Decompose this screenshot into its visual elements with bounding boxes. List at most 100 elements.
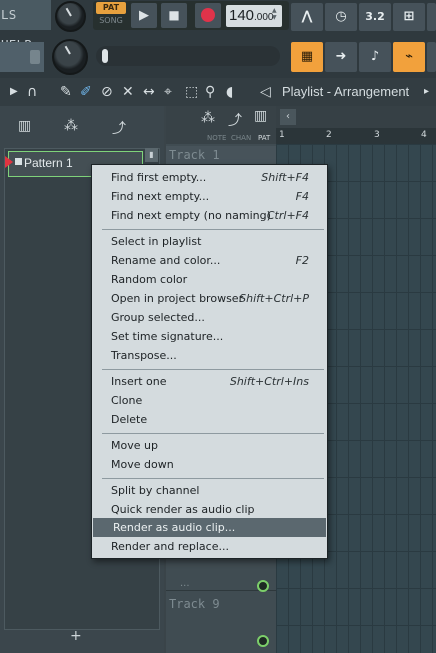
menu-item-label: Set time signature... [111, 330, 224, 343]
bar-number: 3 [374, 130, 380, 140]
menu-item-select-in-playlist[interactable]: Select in playlist [93, 232, 326, 251]
playback-icon[interactable]: ◖ [226, 84, 233, 100]
menu-item-rename-and-color[interactable]: Rename and color... F2 [93, 251, 326, 270]
arrow-right-icon[interactable]: ➜ [325, 42, 357, 72]
tempo-value: 140 [229, 7, 255, 24]
stop-button[interactable]: ■ [161, 3, 187, 28]
master-volume-knob[interactable] [55, 1, 86, 32]
track-8-mute-led[interactable] [257, 580, 269, 592]
menu-item-label: Render and replace... [111, 540, 229, 553]
title-arrow-icon[interactable]: ▸ [424, 84, 429, 100]
track-9-mute-led[interactable] [257, 635, 269, 647]
menu-item-quick-render[interactable]: Quick render as audio clip [93, 500, 326, 519]
playlist-title: Playlist - Arrangement [282, 84, 410, 99]
select-icon[interactable]: ⬚ [185, 84, 198, 100]
clip-piano-icon[interactable]: ▥ [254, 108, 267, 124]
bar-number: 4 [421, 130, 427, 140]
slice-icon[interactable]: ⌖ [164, 84, 172, 100]
menu-item-label: Rename and color... [111, 254, 221, 267]
menu-item-label: Transpose... [111, 349, 177, 362]
menu-item-label: Delete [111, 413, 148, 426]
menu-item-label: Select in playlist [111, 235, 202, 248]
speaker-icon[interactable]: ◁ [260, 84, 271, 100]
chan-mode-label[interactable]: CHAN [231, 134, 251, 142]
menu-item-shortcut: F4 [295, 190, 309, 203]
link-icon[interactable]: ⌁ [393, 42, 425, 72]
menu-item-delete[interactable]: Delete [93, 410, 326, 429]
menu-item-find-first-empty[interactable]: Find first empty... Shift+F4 [93, 168, 326, 187]
pattern-color-swatch [15, 158, 22, 165]
main-menu[interactable]: LS HELP [0, 0, 51, 52]
menu-item-random-color[interactable]: Random color [93, 270, 326, 289]
menu-item-shortcut: Ctrl+F4 [266, 209, 309, 222]
menu-item-split-by-channel[interactable]: Split by channel [93, 481, 326, 500]
menu-item-label: Clone [111, 394, 143, 407]
piano-tab-icon[interactable]: ▥ [18, 118, 31, 134]
menu-item-label: Render as audio clip... [113, 521, 236, 534]
pat-mode-toggle[interactable]: PAT [96, 2, 126, 14]
menu-item-render-and-replace[interactable]: Render and replace... [93, 537, 326, 556]
list-scroll-button[interactable]: ▮ [145, 148, 158, 162]
pattern-context-menu: Find first empty... Shift+F4 Find next em… [91, 164, 328, 559]
plugin-picker-icon[interactable]: ♪ [359, 42, 391, 72]
slider-thumb[interactable] [102, 49, 108, 63]
step-edit-icon[interactable]: ⊞ [393, 3, 425, 31]
clip-waveform-icon[interactable]: ⁂ [201, 110, 215, 126]
menu-item-group-selected[interactable]: Group selected... [93, 308, 326, 327]
track-1-name: Track 1 [169, 148, 220, 162]
pencil-icon[interactable]: ✎ [60, 84, 72, 100]
toolbar-overflow[interactable] [427, 3, 436, 31]
menu-separator [102, 229, 324, 230]
mute-icon[interactable]: ✕ [122, 84, 134, 100]
automation-tab-icon[interactable]: ⤴ [112, 118, 126, 138]
waveform-tab-icon[interactable]: ⁂ [64, 118, 78, 134]
pat-mode-label[interactable]: PAT [258, 134, 270, 142]
song-position-slider[interactable] [96, 46, 280, 66]
menu-item-label: Insert one [111, 375, 167, 388]
menu-arrow-icon[interactable]: ▶ [10, 84, 18, 100]
toolbar-overflow-2[interactable] [427, 42, 436, 72]
record-button[interactable] [195, 3, 221, 28]
countdown-icon[interactable]: 3.2 [359, 3, 391, 31]
tempo-stepper-icon[interactable]: ▲ ▼ [272, 7, 277, 21]
menu-item-label: Group selected... [111, 311, 205, 324]
menu-item-move-up[interactable]: Move up [93, 436, 326, 455]
menu-item-shortcut: Shift+Ctrl+Ins [229, 375, 309, 388]
song-mode-toggle[interactable]: SONG [96, 15, 126, 27]
menu-item-transpose[interactable]: Transpose... [93, 346, 326, 365]
scroll-left-icon[interactable]: ‹ [280, 109, 296, 125]
metronome-curve-icon[interactable]: ⋀ [291, 3, 323, 31]
note-mode-label[interactable]: NOTE [207, 134, 226, 142]
delete-icon[interactable]: ⊘ [101, 84, 113, 100]
slip-icon[interactable]: ↔ [143, 84, 155, 100]
menu-item-insert-one[interactable]: Insert one Shift+Ctrl+Ins [93, 372, 326, 391]
timeline-ruler[interactable] [276, 128, 436, 144]
menu-item-open-in-browser[interactable]: Open in project browser Shift+Ctrl+P [93, 289, 326, 308]
menu-item-clone[interactable]: Clone [93, 391, 326, 410]
menu-item-label: Open in project browser [111, 292, 244, 305]
piano-roll-icon[interactable]: ▦ [291, 42, 323, 72]
menu-item-label: Split by channel [111, 484, 200, 497]
master-pitch-knob[interactable] [52, 39, 88, 75]
menu-item-label: Move down [111, 458, 174, 471]
menu-item-find-next-empty[interactable]: Find next empty... F4 [93, 187, 326, 206]
menu-item-label: Find next empty... [111, 190, 210, 203]
menu-item-find-next-empty-no-naming[interactable]: Find next empty (no naming) Ctrl+F4 [93, 206, 326, 225]
menu-item-label: Find next empty (no naming) [111, 209, 271, 222]
menu-separator [102, 433, 324, 434]
horizontal-scrollbar[interactable] [276, 106, 436, 128]
clip-automation-icon[interactable]: ⤴ [228, 110, 242, 130]
magnet-icon[interactable]: ∩ [27, 84, 37, 100]
zoom-icon[interactable]: ⚲ [205, 84, 215, 100]
menu-item-shortcut: F2 [295, 254, 309, 267]
menu-item-label: Quick render as audio clip [111, 503, 255, 516]
menu-separator [102, 478, 324, 479]
wait-record-icon[interactable]: ◷ [325, 3, 357, 31]
paint-icon[interactable]: ✐ [80, 84, 92, 100]
add-pattern-button[interactable]: + [70, 628, 82, 644]
menu-item-move-down[interactable]: Move down [93, 455, 326, 474]
menu-item-render-as-audio-clip[interactable]: Render as audio clip... [93, 518, 326, 537]
pattern-name: Pattern 1 [24, 156, 73, 170]
play-button[interactable]: ▶ [131, 3, 157, 28]
menu-item-set-time-signature[interactable]: Set time signature... [93, 327, 326, 346]
